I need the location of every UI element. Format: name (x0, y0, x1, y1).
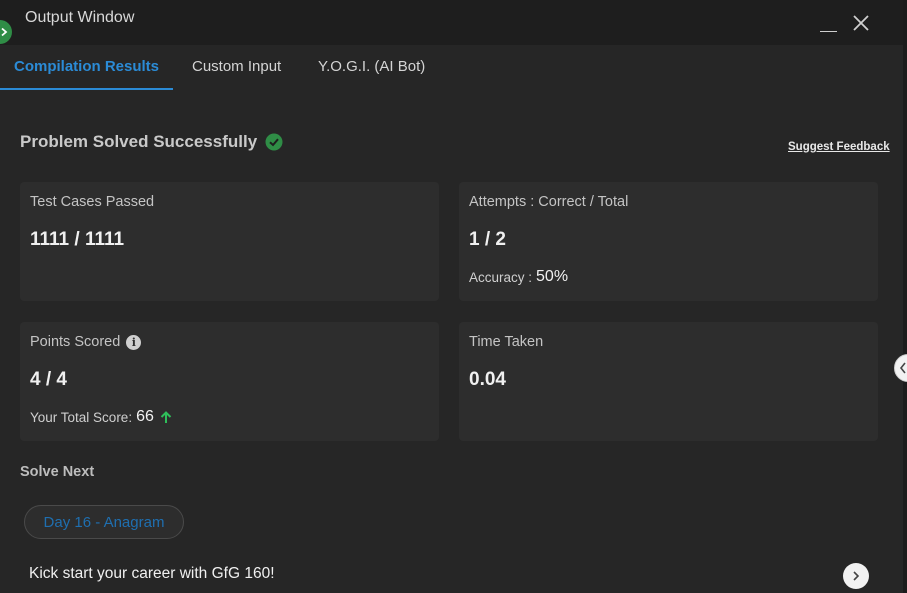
close-button[interactable] (850, 12, 872, 34)
tab-compilation-results[interactable]: Compilation Results (14, 58, 159, 75)
panel-edge (903, 0, 907, 593)
attempts-card: Attempts : Correct / Total 1 / 2 Accurac… (459, 182, 878, 301)
total-score-value: 66 (136, 408, 154, 425)
active-tab-indicator (0, 88, 173, 90)
tab-yogi-ai-bot[interactable]: Y.O.G.I. (AI Bot) (318, 58, 425, 75)
tab-bar: Compilation Results Custom Input Y.O.G.I… (0, 45, 907, 91)
promo-next-button[interactable] (843, 563, 869, 589)
play-chevron-icon (1, 27, 8, 37)
close-icon (853, 15, 869, 31)
chevron-left-icon (899, 362, 906, 374)
points-card: Points Scored i 4 / 4 Your Total Score: … (20, 322, 439, 441)
test-cases-value: 1111 / 1111 (30, 229, 125, 250)
accuracy-value: 50% (536, 268, 569, 285)
points-label: Points Scored (30, 334, 121, 350)
arrow-up-icon (160, 410, 172, 423)
total-score-label: Your Total Score: (30, 409, 133, 425)
check-circle-icon (265, 133, 283, 151)
chevron-right-icon (853, 571, 860, 581)
result-heading: Problem Solved Successfully (20, 132, 283, 152)
test-cases-card: Test Cases Passed 1111 / 1111 (20, 182, 439, 301)
total-score-row: Your Total Score: 66 (30, 408, 172, 426)
promo-text: Kick start your career with GfG 160! (29, 565, 275, 582)
info-icon[interactable]: i (126, 334, 142, 350)
attempts-value: 1 / 2 (469, 229, 506, 250)
points-value: 4 / 4 (30, 369, 67, 390)
solve-next-heading: Solve Next (20, 464, 95, 480)
tab-custom-input[interactable]: Custom Input (192, 58, 281, 75)
minimize-button[interactable] (818, 14, 840, 34)
panel-toggle-button[interactable] (894, 354, 907, 382)
accuracy-row: Accuracy : 50% (469, 268, 568, 286)
attempts-label: Attempts : Correct / Total (469, 194, 629, 210)
suggest-feedback-link[interactable]: Suggest Feedback (788, 141, 890, 153)
window-title: Output Window (25, 9, 135, 26)
accuracy-label: Accuracy : (469, 269, 533, 285)
test-cases-label: Test Cases Passed (30, 194, 155, 210)
time-card: Time Taken 0.04 (459, 322, 878, 441)
title-bar: Output Window (0, 0, 907, 45)
run-icon[interactable] (0, 20, 12, 44)
time-value: 0.04 (469, 369, 506, 390)
result-heading-text: Problem Solved Successfully (20, 132, 258, 151)
points-label-row: Points Scored i (30, 334, 142, 350)
next-problem-button[interactable]: Day 16 - Anagram (24, 505, 184, 539)
time-label: Time Taken (469, 334, 544, 350)
